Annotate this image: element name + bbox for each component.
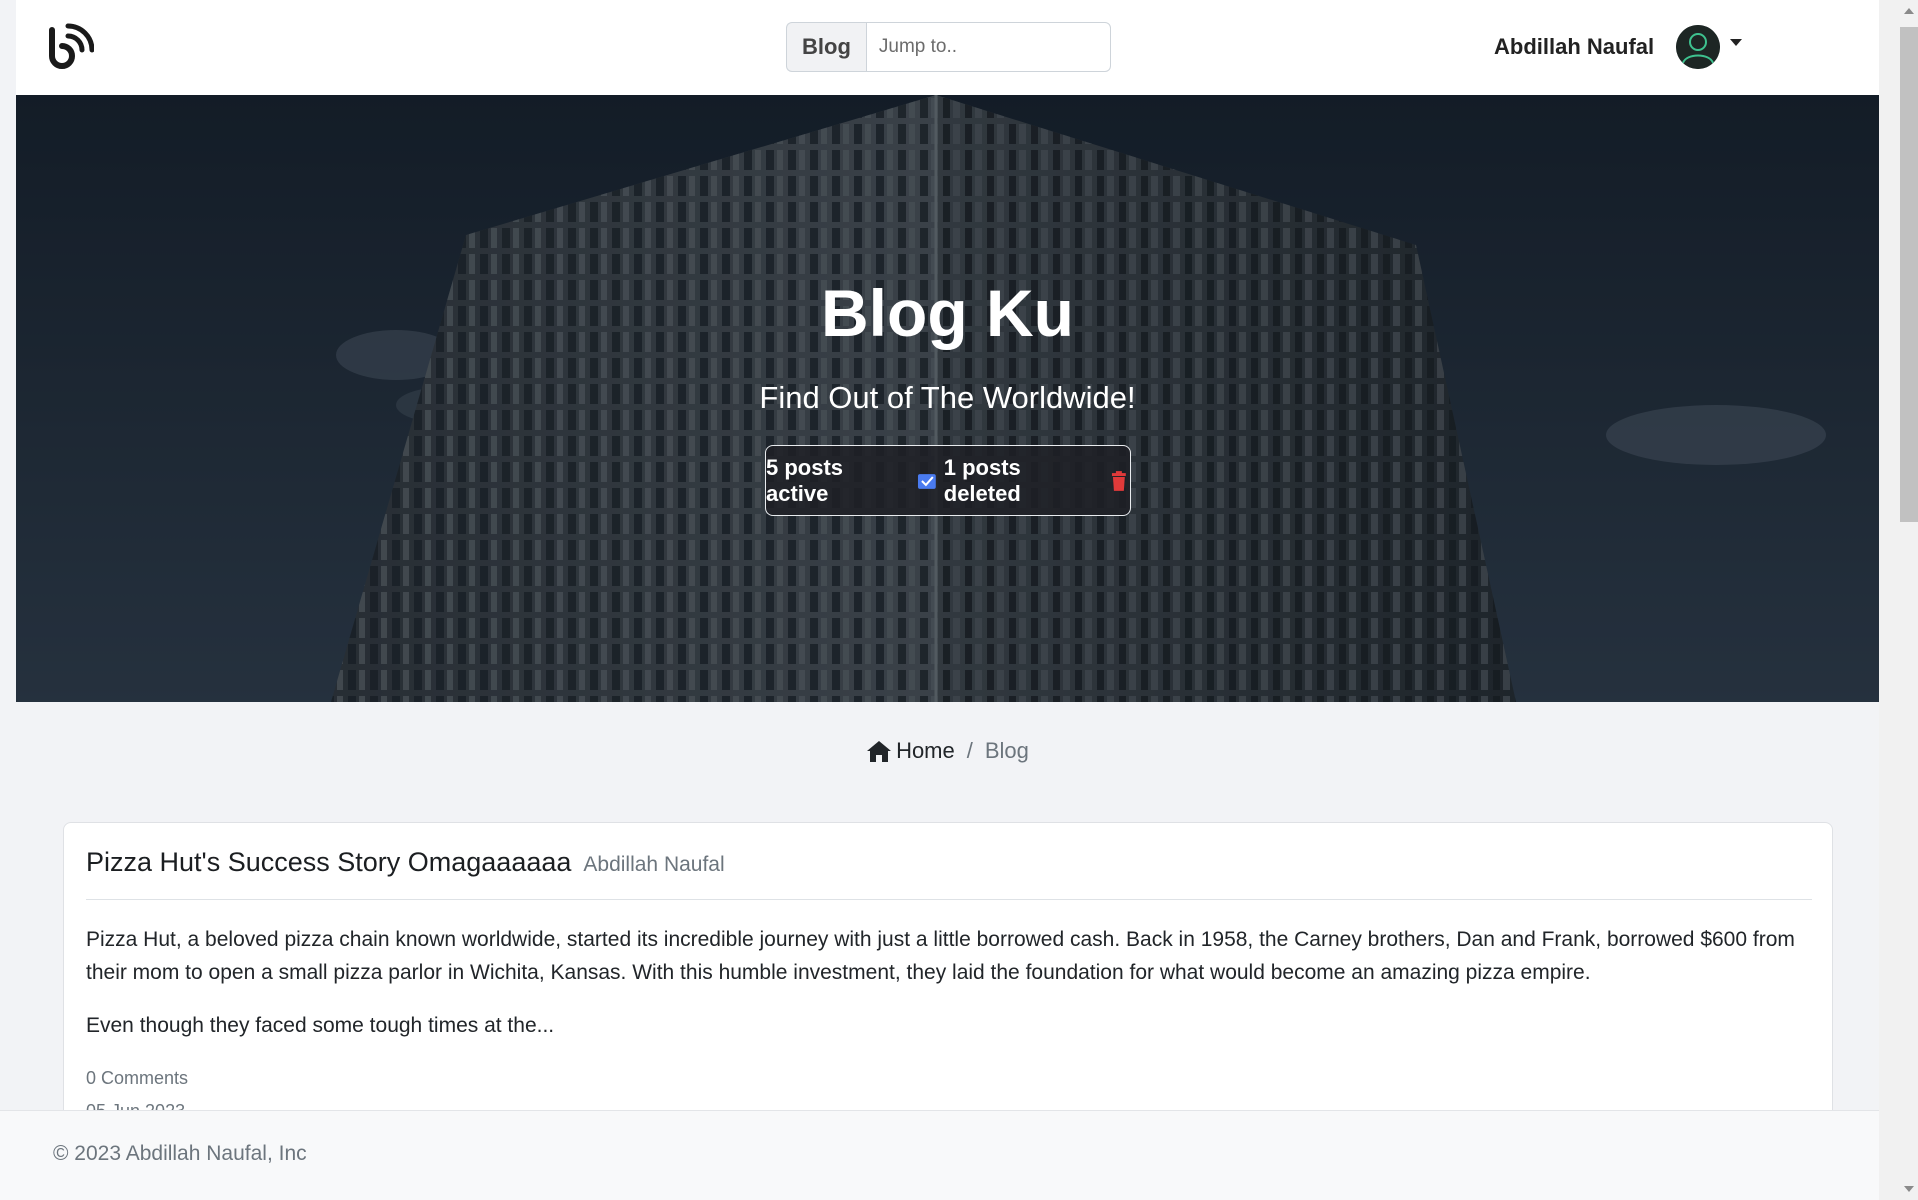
user-menu[interactable]: Abdillah Naufal (1494, 24, 1743, 70)
hero-title: Blog Ku (821, 276, 1074, 350)
hero-banner: Blog Ku Find Out of The Worldwide! 5 pos… (16, 95, 1879, 702)
post-header: Pizza Hut's Success Story Omagaaaaaa Abd… (86, 847, 1812, 878)
page-scrollbar[interactable] (1879, 0, 1918, 1200)
breadcrumb-current: Blog (984, 738, 1029, 763)
navbar: Blog Abdillah Naufal (16, 0, 1879, 95)
scroll-down-arrow-icon[interactable] (1904, 1186, 1914, 1192)
home-icon (867, 741, 892, 762)
footer-copyright: © 2023 Abdillah Naufal, Inc (53, 1142, 307, 1165)
post-excerpt-paragraph-1: Pizza Hut, a beloved pizza chain known w… (86, 928, 1795, 984)
jump-to-search: Blog (786, 22, 1111, 72)
post-stats-badge: 5 posts active 1 posts deleted (765, 445, 1131, 516)
post-comments-count[interactable]: 0 Comments (86, 1068, 188, 1089)
scrollbar-thumb[interactable] (1900, 27, 1918, 522)
hero-subtitle: Find Out of The Worldwide! (759, 380, 1136, 415)
footer: © 2023 Abdillah Naufal, Inc (0, 1110, 1879, 1200)
breadcrumb: Home / Blog (16, 738, 1879, 764)
breadcrumb-separator: / (966, 738, 973, 763)
post-author: Abdillah Naufal (583, 853, 725, 876)
breadcrumb-home-link[interactable]: Home (866, 738, 955, 764)
user-avatar-icon (1676, 25, 1721, 69)
blog-logo-icon[interactable] (46, 22, 94, 70)
chevron-down-icon[interactable] (1730, 38, 1743, 46)
search-label: Blog (786, 22, 866, 72)
breadcrumb-home-label: Home (896, 738, 955, 763)
jump-to-input[interactable] (865, 22, 1111, 72)
post-divider (86, 899, 1812, 900)
user-name: Abdillah Naufal (1494, 34, 1655, 59)
trash-icon (1112, 470, 1127, 491)
post-excerpt-paragraph-2: Even though they faced some tough times … (86, 1014, 555, 1037)
scroll-up-arrow-icon[interactable] (1904, 8, 1914, 14)
posts-active-count: 5 posts active (766, 454, 844, 506)
post-title-link[interactable]: Pizza Hut's Success Story Omagaaaaaa (86, 847, 571, 878)
avatar[interactable] (1676, 25, 1721, 69)
inbox-check-icon (917, 473, 936, 489)
page: Blog Abdillah Naufal (16, 0, 1879, 1200)
posts-deleted-count: 1 posts deleted (943, 454, 1021, 506)
